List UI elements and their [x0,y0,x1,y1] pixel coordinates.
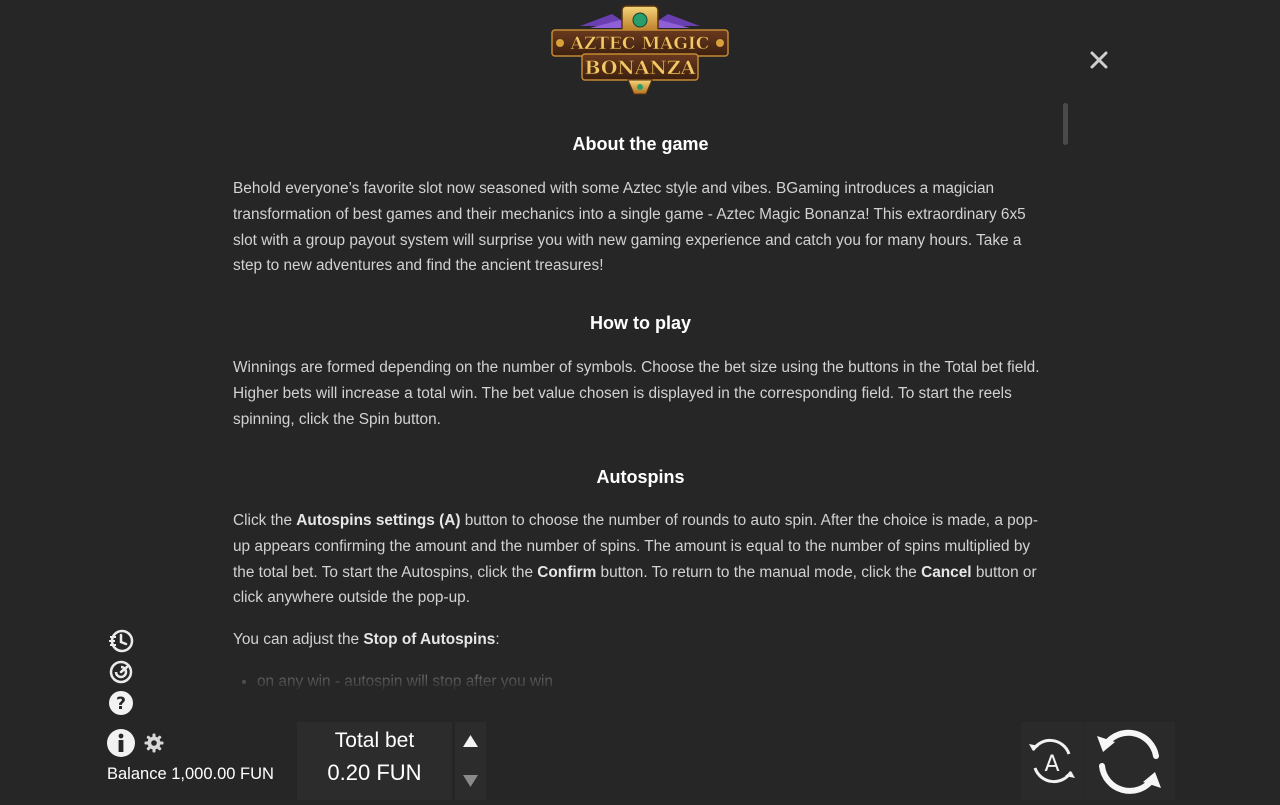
bet-stepper [455,722,486,800]
total-bet-panel: Total bet 0.20 FUN [297,722,452,800]
gear-icon[interactable] [144,733,164,753]
help-icon[interactable]: ? [108,690,134,716]
bet-decrease-button[interactable] [455,762,486,800]
about-text: Behold everyone’s favorite slot now seas… [233,180,1026,275]
how-to-play-text: Winnings are formed depending on the num… [233,359,1040,428]
rules-scrollbar[interactable] [1063,103,1068,145]
section-title-autospins: Autospins [596,467,685,487]
arrow-down-icon [463,775,478,787]
rules-content[interactable]: About the game Behold everyone’s favorit… [233,110,1048,692]
logo-line2: BONANZA [584,57,695,79]
arrow-up-icon [463,735,478,747]
bet-increase-button[interactable] [455,722,486,760]
game-logo: AZTEC MAGIC BONANZA [551,5,729,95]
section-title-about: About the game [572,134,709,154]
spin-icon [1097,729,1161,794]
autospin-icon: A [1029,738,1075,784]
autospins-text: Click the Autospins settings (A) button … [233,512,1038,607]
spin-button[interactable] [1084,722,1175,800]
close-icon [1090,51,1108,69]
stop-autospins-list: on any win - autospin will stop after yo… [233,671,553,692]
balance-value: 1,000.00 FUN [171,765,274,783]
total-bet-value: 0.20 FUN [327,760,422,785]
turbo-icon[interactable] [108,659,134,685]
autospins-settings-button[interactable]: A [1021,722,1083,800]
section-title-how-to-play: How to play [589,313,691,333]
svg-text:?: ? [116,694,126,714]
fast-spin-icon[interactable] [108,628,134,654]
logo-line1: AZTEC MAGIC [570,34,710,54]
balance-label: Balance [107,765,167,783]
list-item: on any win - autospin will stop after yo… [257,671,553,692]
info-icon[interactable] [106,728,136,758]
balance: Balance 1,000.00 FUN [107,765,274,784]
svg-text:A: A [1044,752,1059,777]
close-button[interactable] [1086,47,1112,73]
total-bet-label: Total bet [334,729,415,752]
stop-autospins-text: You can adjust the Stop of Autospins: [233,631,500,648]
